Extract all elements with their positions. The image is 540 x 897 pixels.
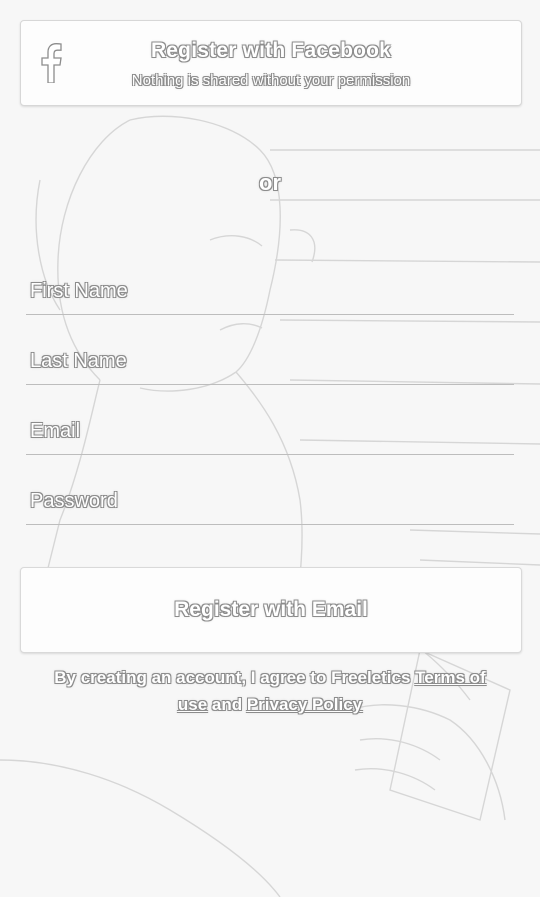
terms-prefix: By creating an account, I agree to Freel… bbox=[54, 668, 416, 687]
last-name-field[interactable]: Last Name bbox=[26, 340, 514, 385]
register-facebook-button[interactable]: Register with Facebook Nothing is shared… bbox=[20, 20, 522, 106]
password-input[interactable] bbox=[26, 480, 514, 524]
email-input[interactable] bbox=[26, 410, 514, 454]
first-name-field[interactable]: First Name bbox=[26, 270, 514, 315]
last-name-input[interactable] bbox=[26, 340, 514, 384]
password-field[interactable]: Password bbox=[26, 480, 514, 525]
facebook-button-subtitle: Nothing is shared without your permissio… bbox=[131, 72, 411, 89]
or-divider: or bbox=[259, 170, 281, 195]
terms-notice: By creating an account, I agree to Freel… bbox=[50, 664, 490, 718]
first-name-input[interactable] bbox=[26, 270, 514, 314]
facebook-button-title: Register with Facebook bbox=[150, 39, 392, 62]
register-email-button[interactable]: Register with Email bbox=[20, 567, 522, 653]
email-field[interactable]: Email bbox=[26, 410, 514, 455]
privacy-policy-link[interactable]: Privacy Policy bbox=[247, 695, 362, 714]
register-email-label: Register with Email bbox=[174, 598, 368, 621]
terms-and: and bbox=[207, 695, 247, 714]
